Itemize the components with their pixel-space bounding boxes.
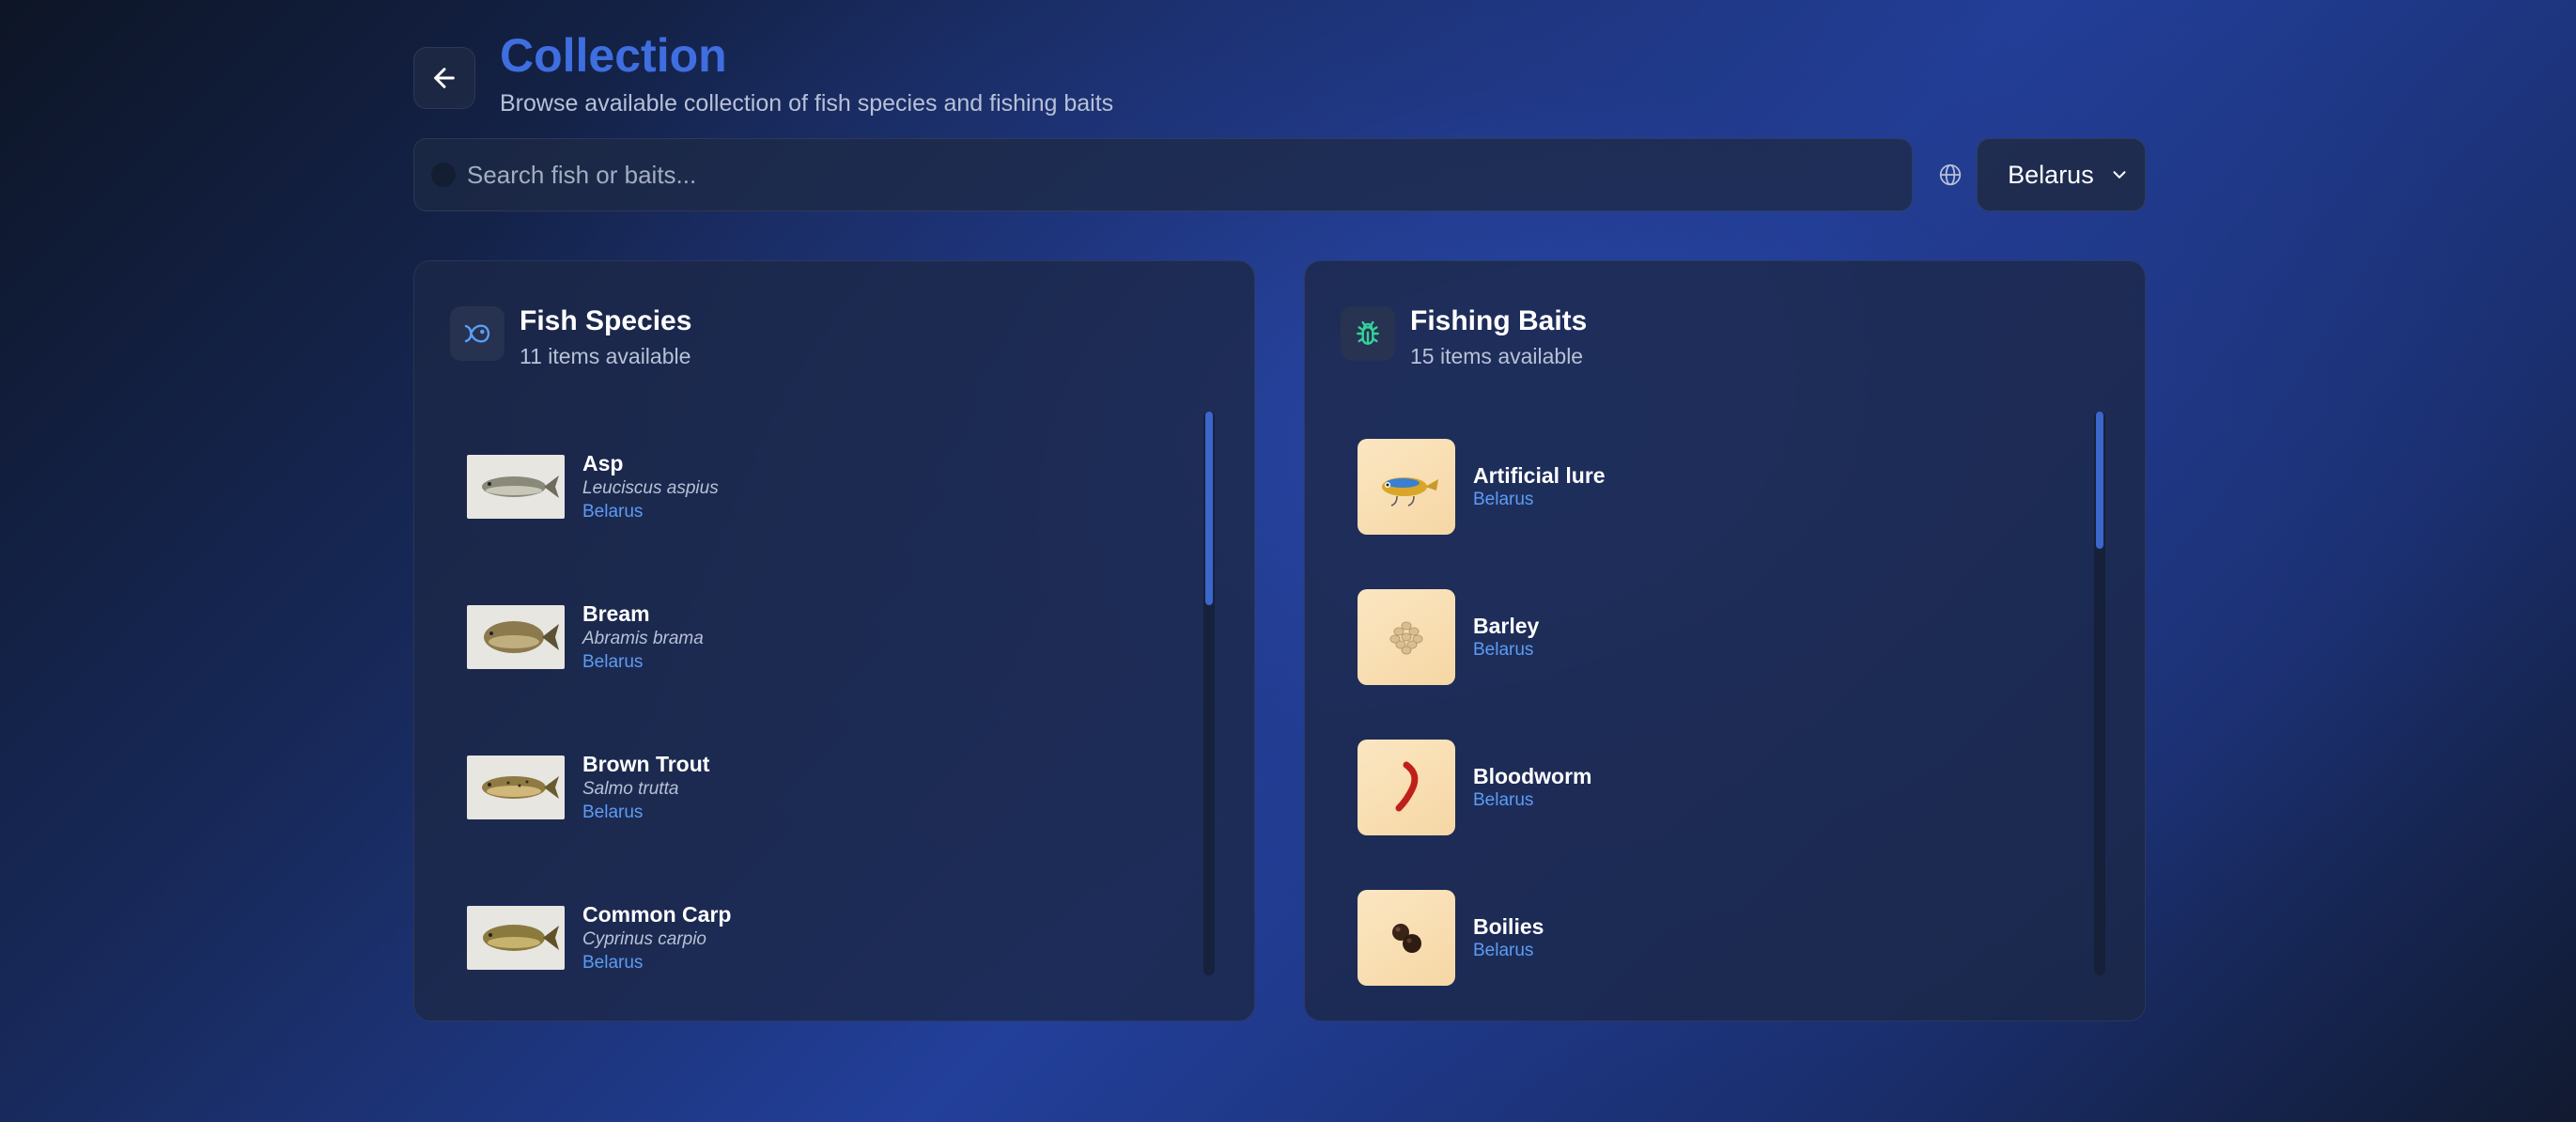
fish-name: Common Carp: [582, 902, 732, 927]
bait-name: Bloodworm: [1473, 764, 1592, 788]
collection-page: Collection Browse available collection o…: [413, 26, 2146, 1021]
page-title: Collection: [500, 29, 727, 82]
region-select-value: Belarus: [2008, 160, 2094, 189]
fish-list-scrollbar[interactable]: [1203, 412, 1215, 975]
lure-icon: [1358, 439, 1455, 535]
fish-item-text: Common Carp Cyprinus carpio Belarus: [582, 901, 731, 974]
fish-name: Asp: [582, 451, 624, 475]
bait-panel-title: Fishing Baits: [1410, 305, 1588, 336]
fish-species-panel: Fish Species 11 items available Asp Leuc…: [413, 260, 1255, 1021]
fish-list: Asp Leuciscus aspius Belarus Bream Abram…: [467, 412, 1181, 1013]
fish-region: Belarus: [582, 502, 644, 522]
fish-item-text: Asp Leuciscus aspius Belarus: [582, 450, 719, 523]
bait-region: Belarus: [1473, 490, 1534, 509]
search-input[interactable]: [467, 139, 1913, 210]
fish-item-text: Brown Trout Salmo trutta Belarus: [582, 751, 709, 824]
fishing-baits-panel: Fishing Baits 15 items available Artific…: [1304, 260, 2146, 1021]
fish-name: Bream: [582, 601, 650, 626]
back-button[interactable]: [413, 47, 475, 109]
bait-region: Belarus: [1473, 790, 1534, 810]
chevron-down-icon: [2113, 171, 2126, 179]
fish-item-common-carp[interactable]: Common Carp Cyprinus carpio Belarus: [467, 863, 1181, 1013]
bait-panel-titles: Fishing Baits 15 items available: [1410, 304, 1587, 369]
fish-list-scroll-thumb[interactable]: [1205, 412, 1213, 605]
search-box[interactable]: [413, 138, 1914, 211]
panels: Fish Species 11 items available Asp Leuc…: [413, 260, 2146, 1021]
bait-region: Belarus: [1473, 640, 1534, 660]
fish-image: [467, 605, 565, 669]
fish-image: [467, 756, 565, 819]
globe-icon: [1937, 162, 1963, 188]
search-icon: [431, 163, 456, 187]
fish-item-asp[interactable]: Asp Leuciscus aspius Belarus: [467, 412, 1181, 562]
fish-item-text: Bream Abramis brama Belarus: [582, 600, 704, 674]
boilies-icon: [1358, 890, 1455, 986]
bait-list-scrollbar[interactable]: [2094, 412, 2105, 975]
bait-item-text: Artificial lure Belarus: [1473, 462, 1606, 511]
fish-icon: [450, 306, 504, 361]
fish-region: Belarus: [582, 652, 644, 672]
bait-panel-count: 15 items available: [1410, 344, 1584, 368]
fish-name: Brown Trout: [582, 752, 710, 776]
fish-panel-header: Fish Species 11 items available: [450, 304, 691, 369]
bait-list: Artificial lure Belarus Barley Belarus B…: [1358, 412, 2072, 1013]
fish-scientific-name: Cyprinus carpio: [582, 929, 706, 949]
region-select[interactable]: Belarus: [1977, 138, 2146, 211]
page-subtitle: Browse available collection of fish spec…: [500, 90, 1114, 117]
barley-icon: [1358, 589, 1455, 685]
fish-image: [467, 906, 565, 970]
bait-panel-header: Fishing Baits 15 items available: [1341, 304, 1587, 369]
bait-name: Boilies: [1473, 914, 1544, 939]
bait-item-bloodworm[interactable]: Bloodworm Belarus: [1358, 712, 2072, 863]
bait-region: Belarus: [1473, 941, 1534, 960]
fish-scientific-name: Salmo trutta: [582, 779, 679, 799]
fish-scientific-name: Abramis brama: [582, 629, 704, 648]
bait-item-artificial-lure[interactable]: Artificial lure Belarus: [1358, 412, 2072, 562]
bait-name: Artificial lure: [1473, 463, 1606, 488]
fish-image: [467, 455, 565, 519]
bait-item-text: Bloodworm Belarus: [1473, 763, 1592, 812]
fish-item-bream[interactable]: Bream Abramis brama Belarus: [467, 562, 1181, 712]
search-row: Belarus: [413, 138, 2146, 211]
fish-panel-titles: Fish Species 11 items available: [520, 304, 691, 369]
bait-item-text: Boilies Belarus: [1473, 913, 1544, 962]
bait-name: Barley: [1473, 614, 1540, 638]
arrow-left-icon: [434, 68, 455, 88]
bug-icon: [1341, 306, 1395, 361]
page-header: Collection Browse available collection o…: [413, 26, 2146, 117]
bait-item-boilies[interactable]: Boilies Belarus: [1358, 863, 2072, 1013]
bloodworm-icon: [1358, 740, 1455, 835]
fish-region: Belarus: [582, 803, 644, 822]
bait-item-text: Barley Belarus: [1473, 613, 1539, 662]
bait-list-scroll-thumb[interactable]: [2096, 412, 2103, 549]
fish-region: Belarus: [582, 953, 644, 973]
fish-item-brown-trout[interactable]: Brown Trout Salmo trutta Belarus: [467, 712, 1181, 863]
fish-panel-count: 11 items available: [520, 344, 691, 368]
fish-scientific-name: Leuciscus aspius: [582, 478, 719, 498]
bait-item-barley[interactable]: Barley Belarus: [1358, 562, 2072, 712]
fish-panel-title: Fish Species: [520, 305, 692, 336]
header-titles: Collection Browse available collection o…: [500, 26, 1113, 117]
